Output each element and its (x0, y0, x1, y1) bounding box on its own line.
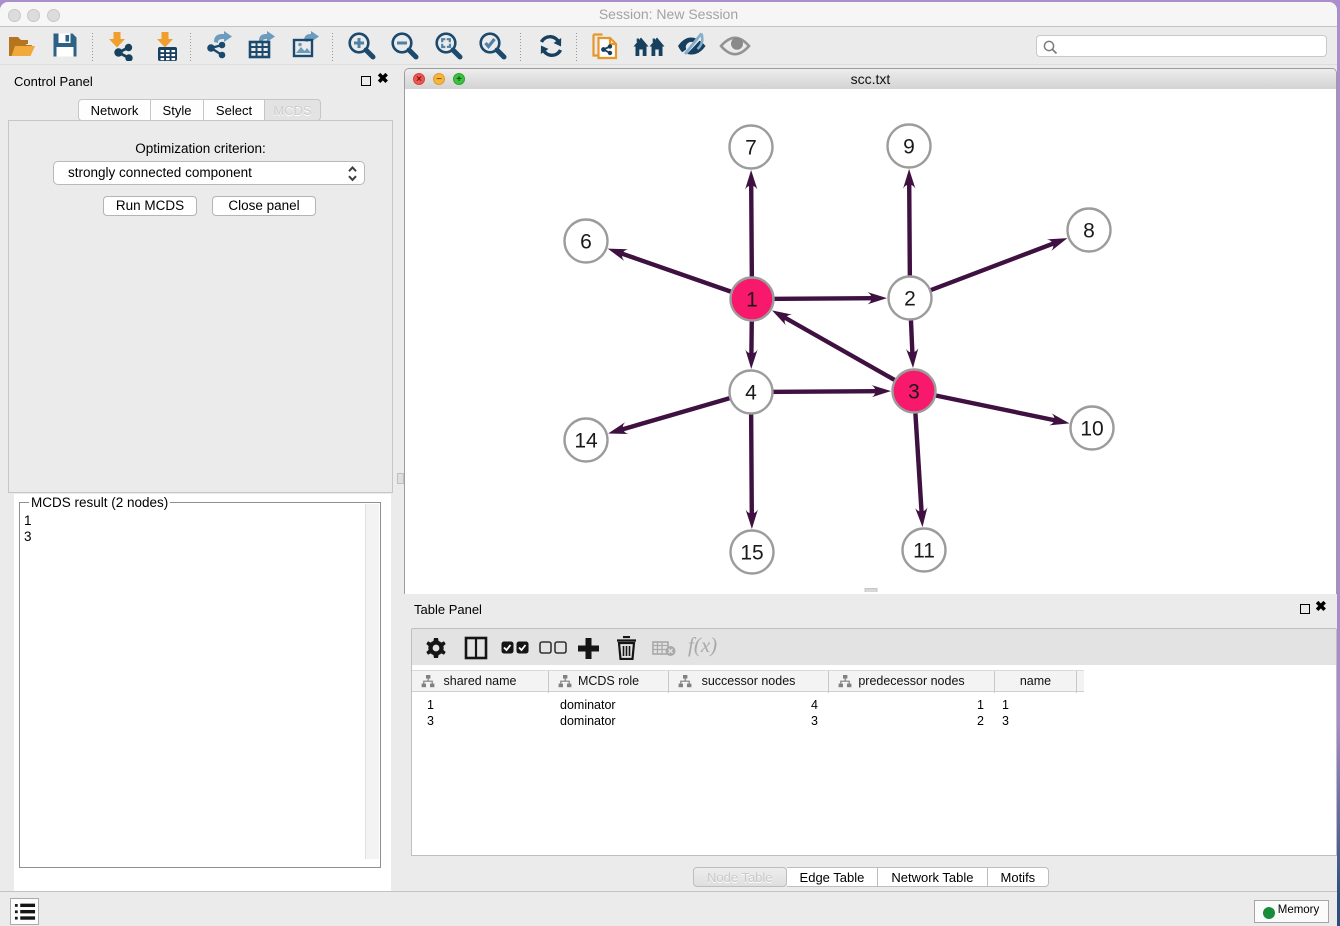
svg-text:2: 2 (904, 288, 916, 311)
svg-text:8: 8 (1083, 220, 1095, 243)
svg-text:14: 14 (574, 430, 598, 453)
svg-text:9: 9 (903, 136, 915, 159)
svg-text:3: 3 (908, 381, 920, 404)
svg-text:10: 10 (1080, 418, 1103, 441)
svg-text:7: 7 (745, 137, 757, 160)
svg-text:4: 4 (745, 382, 757, 405)
svg-text:6: 6 (580, 231, 592, 254)
svg-text:15: 15 (740, 542, 763, 565)
svg-text:11: 11 (913, 540, 935, 563)
svg-text:1: 1 (746, 289, 758, 312)
